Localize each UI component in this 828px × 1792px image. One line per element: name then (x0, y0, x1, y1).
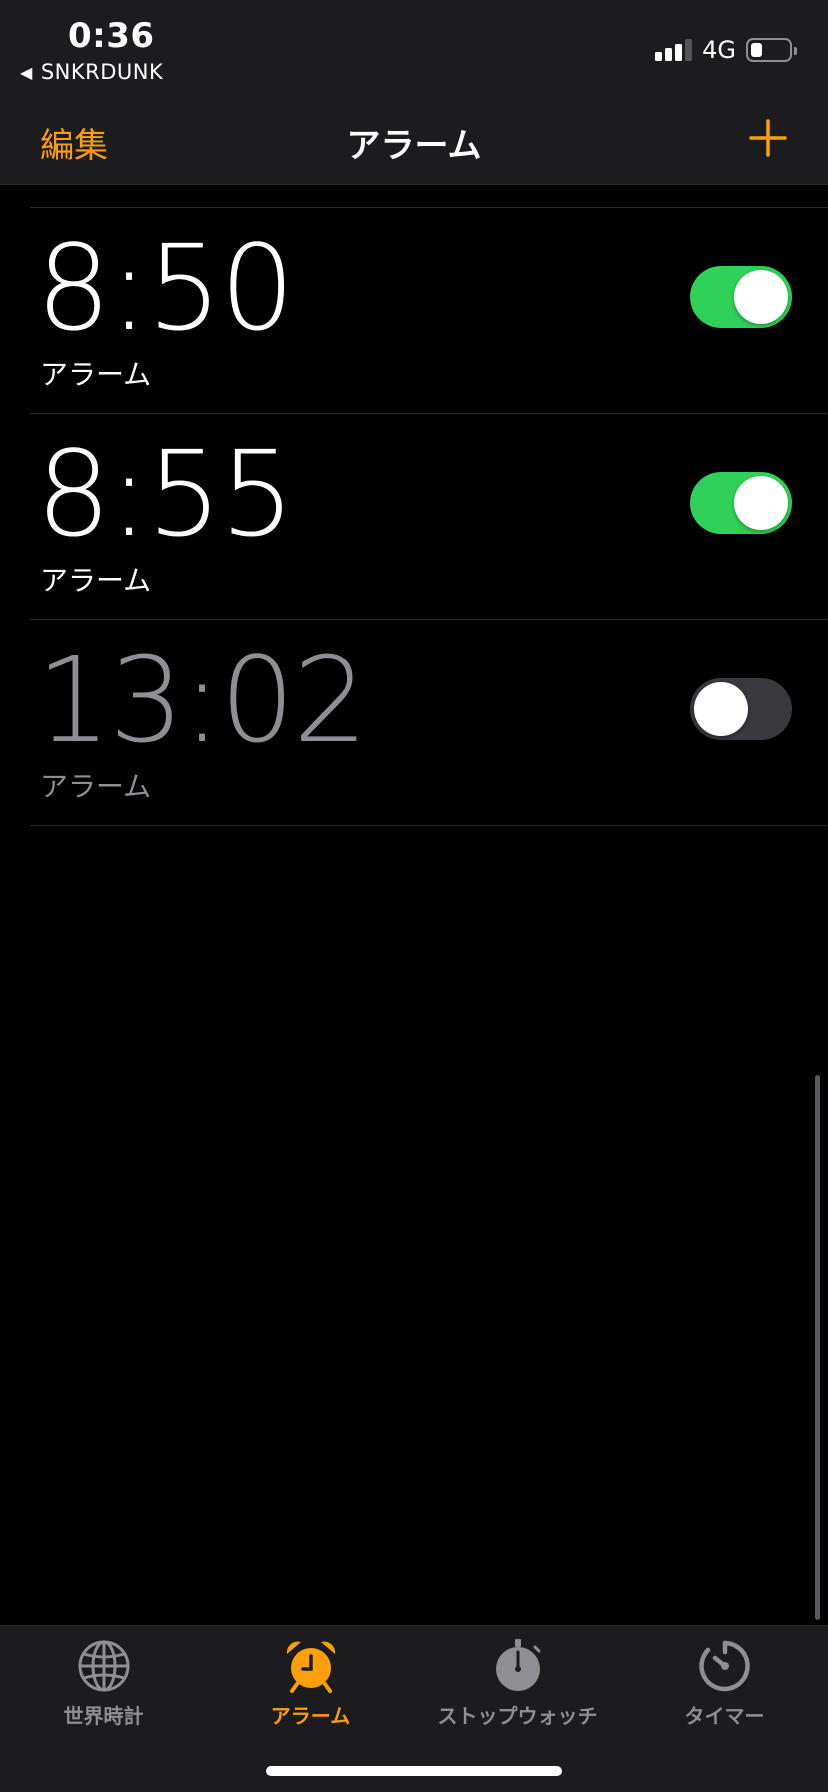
battery-level (751, 43, 763, 57)
toggle-knob (734, 270, 788, 324)
alarm-time: 8:50 (36, 219, 295, 357)
alarm-time: 8:55 (36, 425, 295, 563)
battery-icon (746, 38, 797, 62)
cellular-signal-icon (655, 39, 693, 61)
tab-label: アラーム (270, 1704, 351, 1728)
back-to-app-button[interactable]: ◀ SNKRDUNK (20, 60, 163, 84)
header: 0:36 ◀ SNKRDUNK 4G 編集 アラーム (0, 0, 828, 185)
toggle-knob (694, 682, 748, 736)
tab-world-clock[interactable]: 世界時計 (0, 1638, 207, 1729)
alarm-row[interactable]: 8:55 アラーム (0, 414, 828, 619)
network-type: 4G (702, 36, 736, 64)
tab-label: 世界時計 (63, 1704, 144, 1728)
tab-label: ストップウォッチ (437, 1704, 598, 1728)
alarm-time: 13:02 (36, 631, 368, 769)
list-divider (30, 825, 828, 826)
alarm-label: アラーム (40, 564, 152, 597)
alarm-toggle[interactable] (690, 472, 792, 534)
stopwatch-icon (495, 1639, 540, 1691)
home-indicator[interactable] (266, 1766, 562, 1776)
alarm-row[interactable]: 8:50 アラーム (0, 208, 828, 413)
globe-icon (78, 1640, 129, 1692)
back-triangle-icon: ◀ (20, 62, 33, 82)
alarm-clock-icon (286, 1641, 335, 1693)
back-app-label: SNKRDUNK (40, 60, 164, 84)
timer-icon (698, 1640, 750, 1692)
plus-icon[interactable] (748, 118, 788, 158)
page-title: アラーム (346, 126, 482, 166)
alarm-row[interactable]: 13:02 アラーム (0, 620, 828, 825)
tab-timer[interactable]: タイマー (621, 1638, 828, 1729)
alarm-label: アラーム (40, 770, 152, 803)
tab-label: タイマー (684, 1704, 765, 1728)
alarm-toggle[interactable] (690, 678, 792, 740)
alarm-screen: 0:36 ◀ SNKRDUNK 4G 編集 アラーム 8:50 アラーム 8:5… (0, 0, 828, 1792)
scrollbar[interactable] (815, 1075, 820, 1620)
tab-stopwatch[interactable]: ストップウォッチ (414, 1638, 621, 1729)
tab-alarm[interactable]: アラーム (207, 1638, 414, 1729)
status-time: 0:36 (68, 16, 155, 56)
status-indicators: 4G (655, 36, 797, 64)
alarm-label: アラーム (40, 358, 152, 391)
alarm-toggle[interactable] (690, 266, 792, 328)
toggle-knob (734, 476, 788, 530)
